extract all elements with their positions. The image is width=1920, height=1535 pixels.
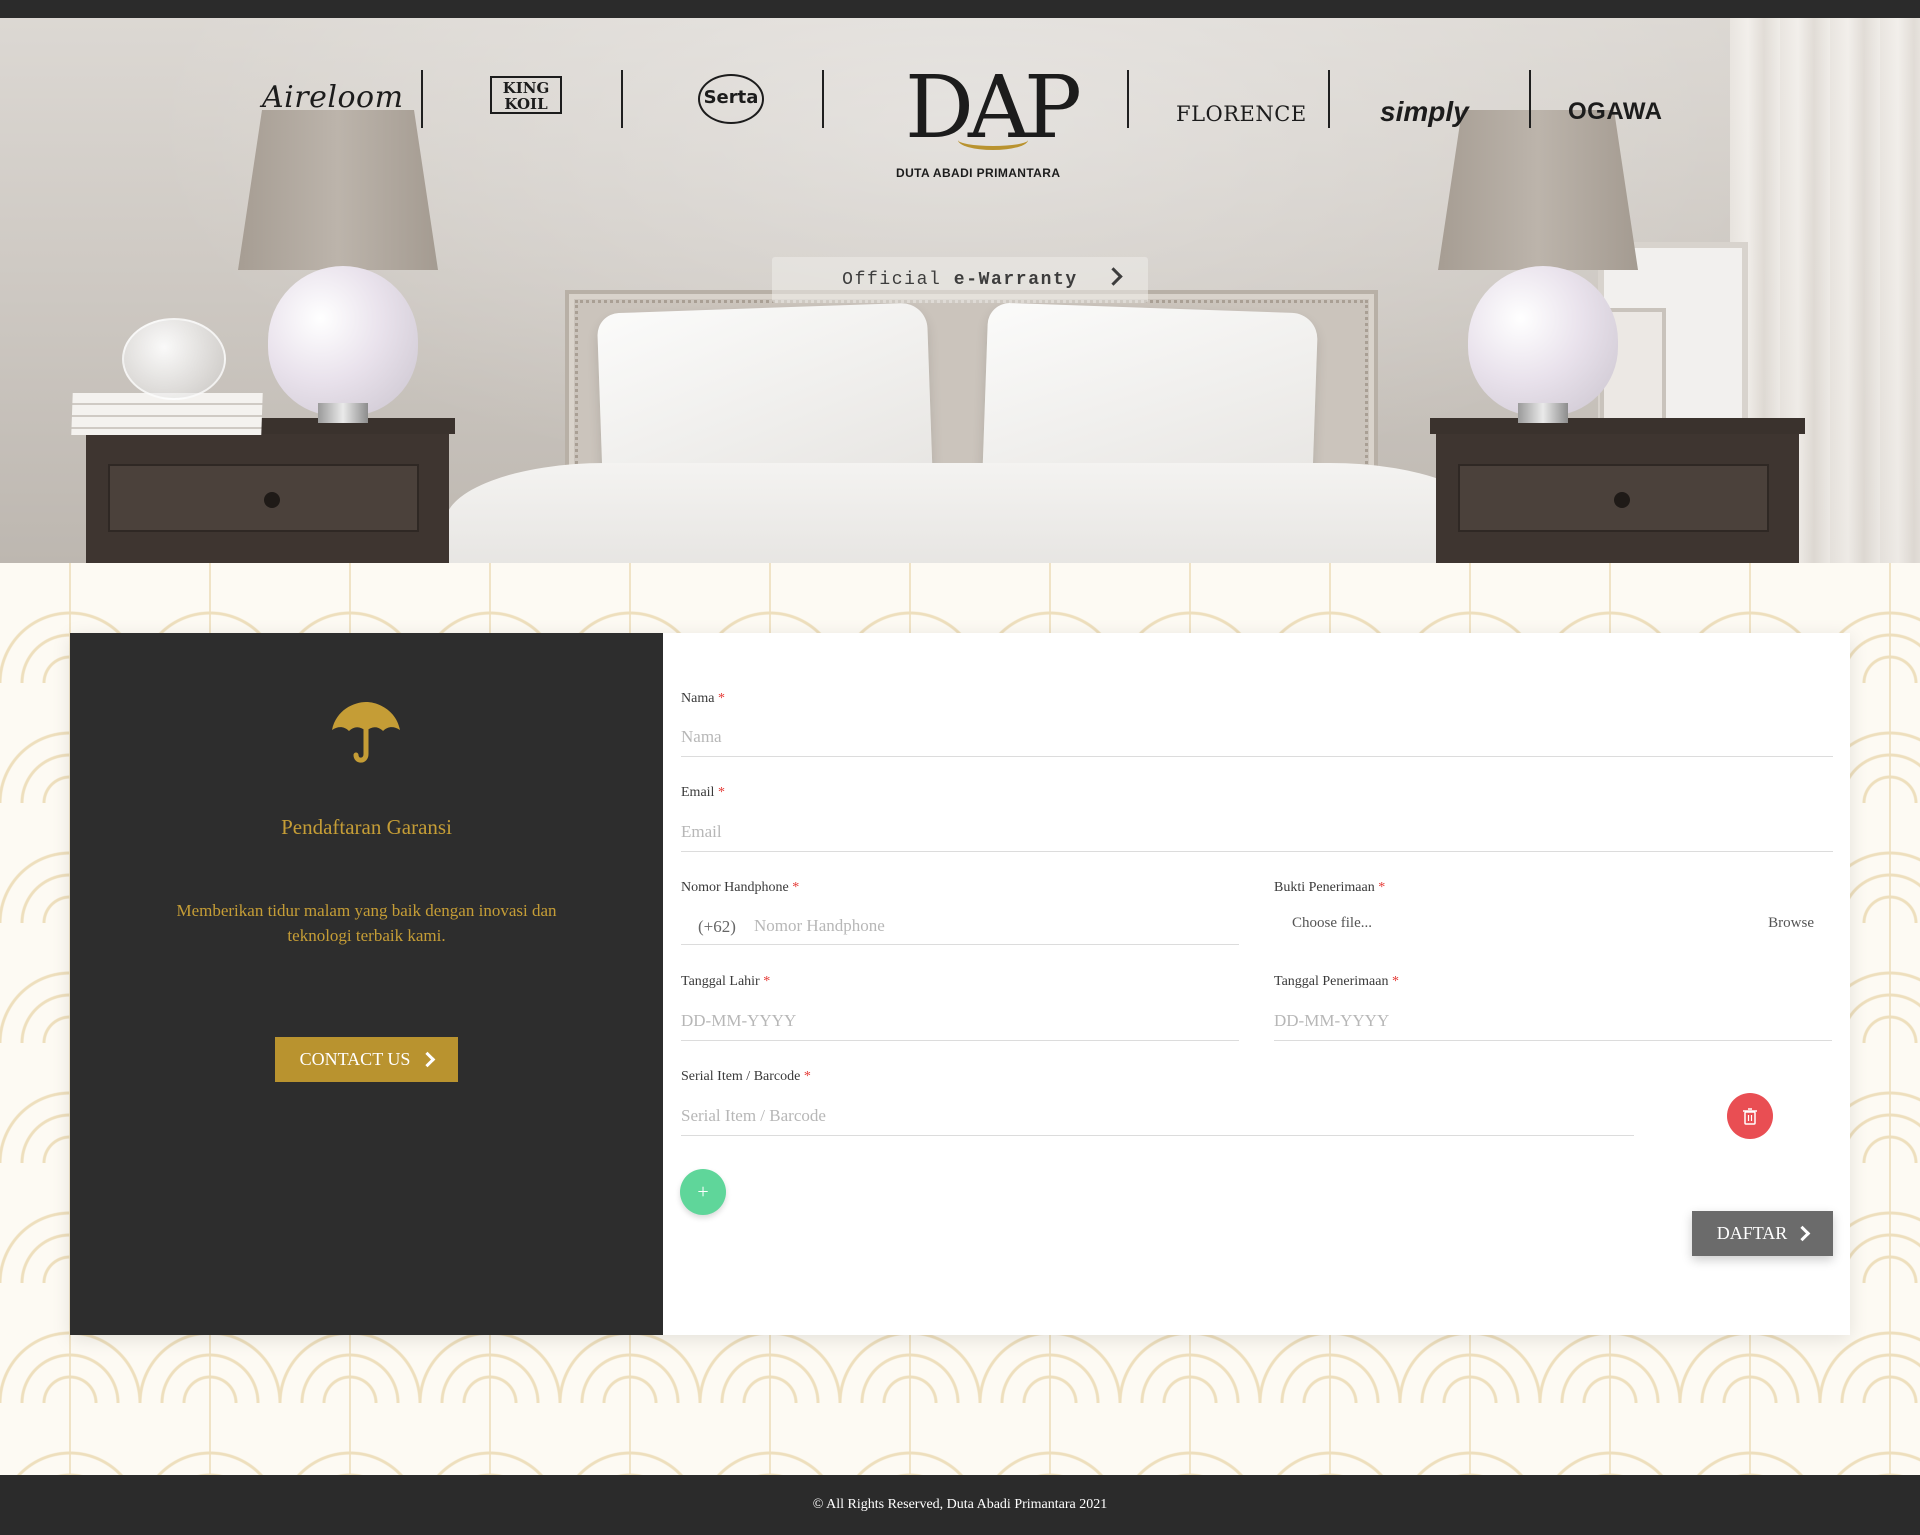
delete-serial-button[interactable] xyxy=(1727,1093,1773,1139)
nama-input[interactable] xyxy=(681,718,1833,757)
brand-logo-bar: Aireloom KING KOIL Serta DAP DUTA ABADI … xyxy=(0,18,1920,180)
birth-date-input[interactable] xyxy=(681,1002,1239,1041)
brand-logo-king-koil[interactable]: KING KOIL xyxy=(490,76,562,114)
receipt-label: Bukti Penerimaan * xyxy=(1274,880,1386,895)
section-description: Memberikan tidur malam yang baik dengan … xyxy=(176,901,557,945)
lamp-base-left-decor xyxy=(268,266,418,416)
birth-date-label: Tanggal Lahir * xyxy=(681,974,771,989)
section-title: Pendaftaran Garansi xyxy=(281,815,452,839)
receive-date-input[interactable] xyxy=(1274,1002,1832,1041)
email-input[interactable] xyxy=(681,813,1833,852)
nightstand-right-decor xyxy=(1430,418,1805,563)
lamp-base-right-decor xyxy=(1468,266,1618,416)
receipt-file-input[interactable]: Choose file... Browse xyxy=(1274,906,1832,944)
footer: © All Rights Reserved, Duta Abadi Priman… xyxy=(0,1475,1920,1535)
umbrella-icon xyxy=(332,702,400,763)
chevron-right-icon xyxy=(1104,267,1123,286)
chevron-right-icon xyxy=(420,1051,436,1068)
brand-logo-ogawa[interactable]: OGAWA xyxy=(1568,98,1663,126)
logo-divider xyxy=(822,70,824,128)
contact-us-label: CONTACT US xyxy=(299,1049,411,1069)
browse-button[interactable]: Browse xyxy=(1768,915,1814,932)
dap-company-name: DUTA ABADI PRIMANTARA xyxy=(896,166,1061,180)
brand-logo-serta[interactable]: Serta xyxy=(698,74,764,124)
lamp-foot-left-decor xyxy=(318,403,368,423)
logo-divider xyxy=(1328,70,1330,128)
logo-divider xyxy=(421,70,423,128)
serial-input[interactable] xyxy=(681,1097,1634,1136)
brand-logo-simply[interactable]: simply xyxy=(1380,96,1469,128)
official-e-warranty-button[interactable]: Official e-Warranty xyxy=(772,257,1148,303)
receive-date-label: Tanggal Penerimaan * xyxy=(1274,974,1399,989)
trash-icon xyxy=(1743,1108,1757,1125)
logo-divider xyxy=(1529,70,1531,128)
brand-logo-florence[interactable]: FLORENCE xyxy=(1176,102,1307,126)
dap-logo-swoosh xyxy=(958,130,1028,150)
nama-label: Nama * xyxy=(681,691,725,706)
brand-logo-aireloom[interactable]: Aireloom xyxy=(262,80,404,115)
duvet-decor xyxy=(445,463,1490,563)
logo-divider xyxy=(621,70,623,128)
serial-label: Serial Item / Barcode * xyxy=(681,1069,811,1084)
logo-divider xyxy=(1127,70,1129,128)
email-label: Email * xyxy=(681,785,725,800)
phone-input[interactable] xyxy=(681,907,1239,945)
submit-label: DAFTAR xyxy=(1716,1223,1788,1243)
copyright-text: © All Rights Reserved, Duta Abadi Priman… xyxy=(812,1497,1108,1512)
file-input-text: Choose file... xyxy=(1292,915,1372,931)
add-serial-button[interactable]: + xyxy=(680,1169,726,1215)
warranty-button-label: Official e-Warranty xyxy=(842,270,1078,290)
lamp-foot-right-decor xyxy=(1518,403,1568,423)
nightstand-left-decor xyxy=(80,418,455,563)
glass-vase-decor xyxy=(122,318,226,400)
chevron-right-icon xyxy=(1795,1225,1811,1242)
daftar-submit-button[interactable]: DAFTAR xyxy=(1692,1211,1833,1256)
top-bar xyxy=(0,0,1920,18)
contact-us-button[interactable]: CONTACT US xyxy=(275,1037,458,1082)
phone-label: Nomor Handphone * xyxy=(681,880,800,895)
